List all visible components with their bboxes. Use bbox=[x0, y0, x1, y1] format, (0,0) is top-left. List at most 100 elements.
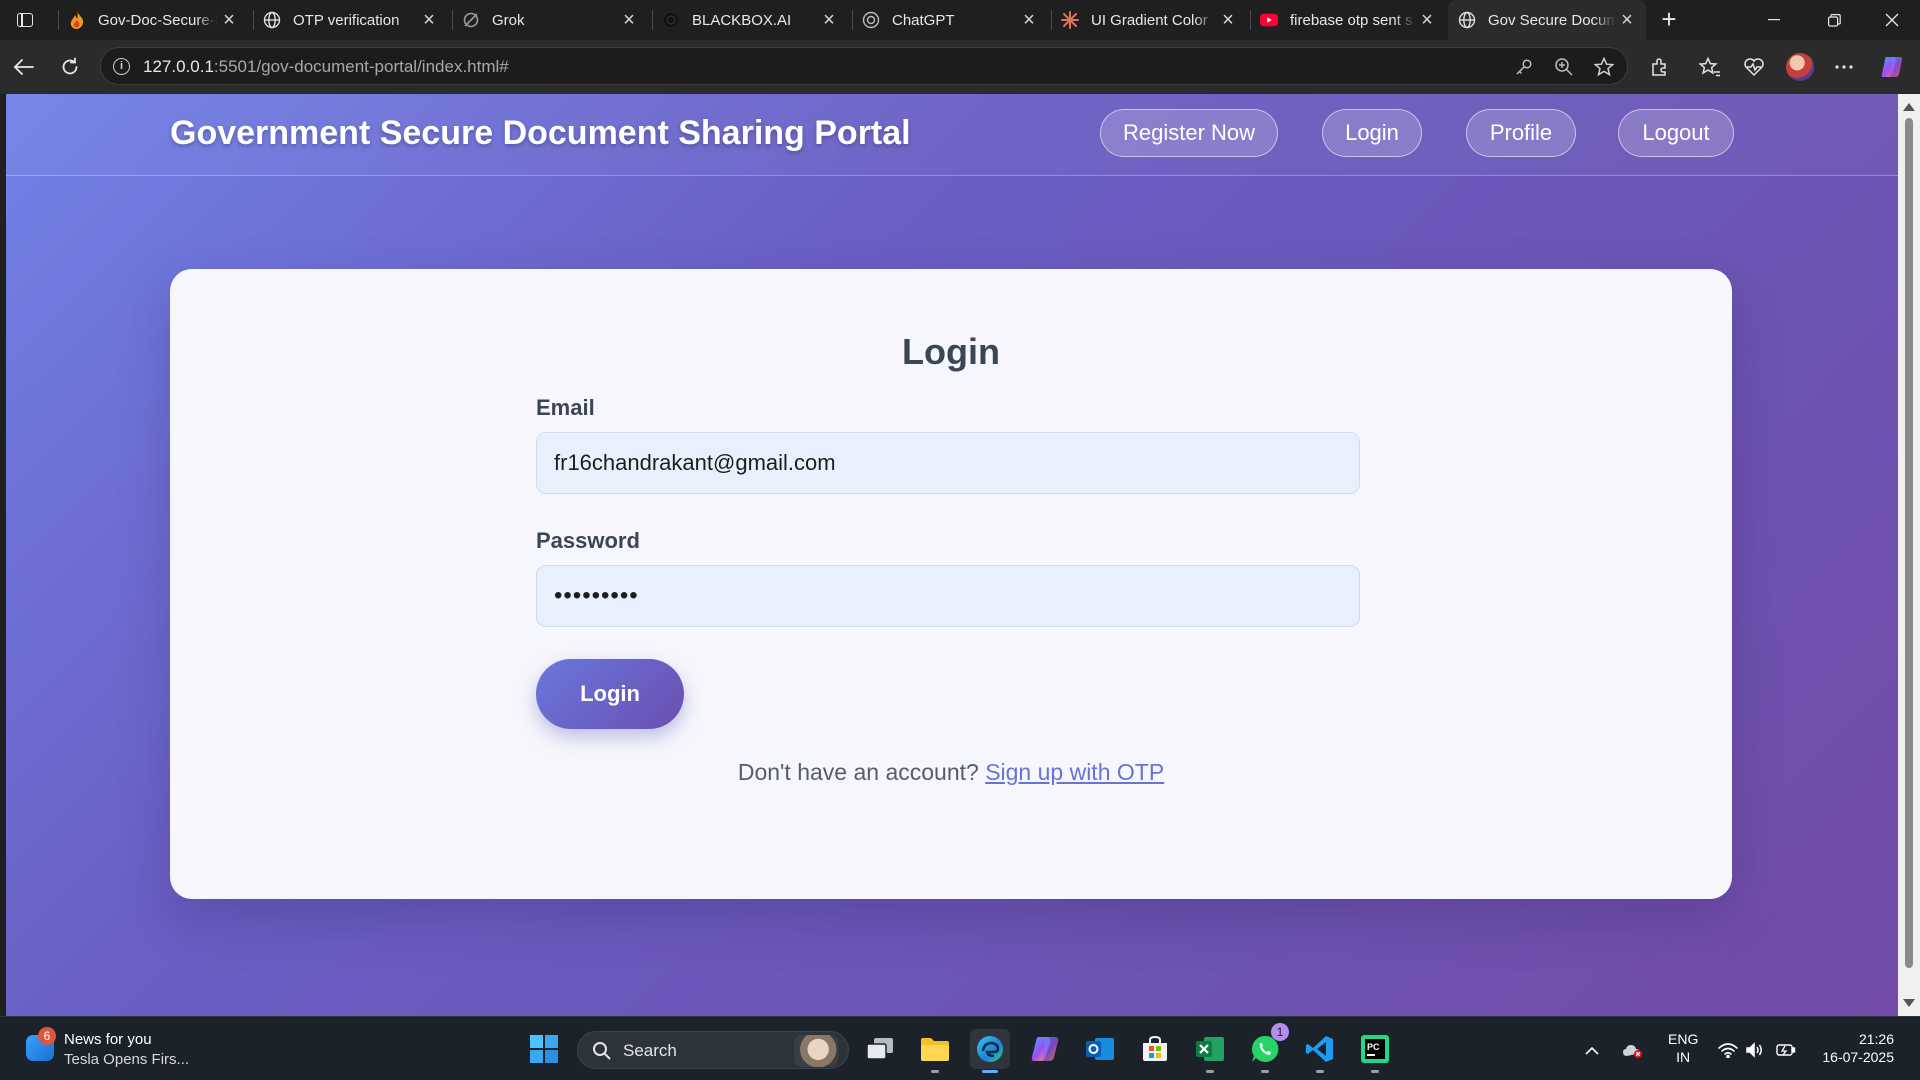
close-tab-icon[interactable]: × bbox=[1616, 10, 1638, 30]
restore-icon[interactable] bbox=[1806, 0, 1862, 40]
battery-charging-icon[interactable] bbox=[1776, 1041, 1796, 1059]
show-hidden-icons-chevron-icon[interactable] bbox=[1582, 1041, 1602, 1059]
close-window-icon[interactable] bbox=[1864, 0, 1920, 40]
taskbar-search[interactable]: Search bbox=[577, 1031, 849, 1069]
login-heading: Login bbox=[902, 331, 1000, 372]
copilot-icon[interactable] bbox=[1878, 53, 1906, 81]
password-field[interactable] bbox=[536, 565, 1360, 627]
scroll-down-arrow-icon[interactable] bbox=[1903, 999, 1915, 1007]
extensions-icon[interactable] bbox=[1646, 53, 1674, 81]
new-tab-icon[interactable]: + bbox=[1654, 4, 1684, 34]
login-card: Login Email Password Login Don't have an… bbox=[170, 269, 1732, 899]
page-scrollbar[interactable] bbox=[1898, 94, 1920, 1016]
tab-title: UI Gradient Color bbox=[1091, 11, 1208, 29]
search-highlight-image bbox=[794, 1035, 838, 1067]
grok-icon bbox=[462, 11, 480, 29]
email-field[interactable] bbox=[536, 432, 1360, 494]
profile-avatar[interactable] bbox=[1786, 53, 1814, 81]
blackbox-icon bbox=[662, 11, 680, 29]
clock-time: 21:26 bbox=[1858, 1031, 1894, 1047]
browser-essentials-icon[interactable] bbox=[1740, 53, 1768, 81]
onedrive-sync-error-icon[interactable] bbox=[1622, 1041, 1642, 1059]
excel-icon[interactable] bbox=[1190, 1029, 1230, 1073]
tab-title: BLACKBOX.AI bbox=[692, 11, 792, 29]
windows-taskbar: 6 News for you Tesla Opens Firs... Searc… bbox=[0, 1016, 1920, 1080]
profile-button[interactable]: Profile bbox=[1466, 109, 1576, 157]
close-tab-icon[interactable]: × bbox=[618, 10, 640, 30]
search-label: Search bbox=[623, 1041, 677, 1060]
browser-tab[interactable]: OTP verification × bbox=[253, 0, 448, 40]
globe-icon bbox=[263, 11, 281, 29]
browser-tab[interactable]: UI Gradient Color × bbox=[1051, 0, 1247, 40]
clock-date: 16-07-2025 bbox=[1822, 1049, 1894, 1065]
globe-icon bbox=[1458, 11, 1476, 29]
microsoft-store-icon[interactable] bbox=[1135, 1029, 1175, 1069]
browser-tab[interactable]: ChatGPT × bbox=[852, 0, 1048, 40]
tab-title: OTP verification bbox=[293, 11, 400, 29]
pycharm-icon[interactable]: PC bbox=[1355, 1029, 1395, 1073]
search-icon bbox=[592, 1041, 612, 1066]
wifi-icon[interactable] bbox=[1718, 1041, 1738, 1059]
nav-login-button[interactable]: Login bbox=[1322, 109, 1422, 157]
key-icon[interactable] bbox=[1513, 56, 1535, 78]
language-indicator[interactable]: ENG IN bbox=[1668, 1031, 1698, 1065]
logout-button[interactable]: Logout bbox=[1618, 109, 1734, 157]
close-tab-icon[interactable]: × bbox=[1217, 10, 1239, 30]
clock[interactable]: 21:26 16-07-2025 bbox=[1818, 1031, 1894, 1065]
outlook-icon[interactable] bbox=[1080, 1029, 1120, 1069]
register-now-button[interactable]: Register Now bbox=[1100, 109, 1278, 157]
signup-otp-link[interactable]: Sign up with OTP bbox=[985, 759, 1164, 785]
browser-tab-active[interactable]: Gov Secure Docum × bbox=[1448, 0, 1646, 40]
tab-title: Grok bbox=[492, 11, 525, 29]
browser-tab[interactable]: BLACKBOX.AI × bbox=[652, 0, 848, 40]
edge-browser-icon[interactable] bbox=[970, 1029, 1010, 1073]
back-arrow-icon[interactable] bbox=[8, 51, 40, 83]
site-title: Government Secure Document Sharing Porta… bbox=[170, 114, 911, 152]
scroll-up-arrow-icon[interactable] bbox=[1903, 103, 1915, 111]
page-viewport: Government Secure Document Sharing Porta… bbox=[6, 94, 1898, 1016]
scroll-thumb[interactable] bbox=[1905, 118, 1913, 968]
news-subtitle: Tesla Opens Firs... bbox=[64, 1051, 190, 1068]
windows-start-icon[interactable] bbox=[524, 1029, 564, 1069]
language-code: ENG bbox=[1668, 1031, 1699, 1047]
close-tab-icon[interactable]: × bbox=[218, 10, 240, 30]
signup-prompt: Don't have an account? Sign up with OTP bbox=[170, 759, 1732, 786]
tab-title: Gov-Doc-Secure-S bbox=[98, 11, 218, 29]
close-tab-icon[interactable]: × bbox=[418, 10, 440, 30]
address-bar[interactable]: i 127.0.0.1:5501/gov-document-portal/ind… bbox=[100, 47, 1628, 85]
email-label: Email bbox=[536, 395, 595, 420]
close-tab-icon[interactable]: × bbox=[1018, 10, 1040, 30]
favorites-icon[interactable] bbox=[1696, 53, 1724, 81]
task-view-icon[interactable] bbox=[860, 1029, 900, 1069]
site-header: Government Secure Document Sharing Porta… bbox=[6, 94, 1898, 176]
browser-tab[interactable]: Grok × bbox=[452, 0, 648, 40]
zoom-icon[interactable] bbox=[1553, 56, 1575, 78]
tab-title: Gov Secure Docum bbox=[1488, 11, 1616, 29]
copilot-app-icon[interactable] bbox=[1025, 1029, 1065, 1069]
sidebar-toggle-icon[interactable] bbox=[12, 8, 38, 32]
browser-tab[interactable]: Gov-Doc-Secure-S × bbox=[58, 0, 248, 40]
url-text[interactable]: 127.0.0.1:5501/gov-document-portal/index… bbox=[143, 57, 509, 77]
whatsapp-badge: 1 bbox=[1271, 1023, 1289, 1041]
fire-icon bbox=[68, 11, 86, 29]
login-submit-button[interactable]: Login bbox=[536, 659, 684, 729]
close-tab-icon[interactable]: × bbox=[818, 10, 840, 30]
browser-tab-strip: Gov-Doc-Secure-S × OTP verification × Gr… bbox=[0, 0, 1920, 40]
site-info-icon[interactable]: i bbox=[113, 58, 130, 75]
close-tab-icon[interactable]: × bbox=[1416, 10, 1438, 30]
more-options-icon[interactable] bbox=[1830, 53, 1858, 81]
region-code: IN bbox=[1676, 1049, 1691, 1065]
file-explorer-icon[interactable] bbox=[915, 1029, 955, 1073]
browser-toolbar: i 127.0.0.1:5501/gov-document-portal/ind… bbox=[0, 40, 1920, 94]
favorite-star-icon[interactable] bbox=[1593, 56, 1615, 78]
whatsapp-icon[interactable]: 1 bbox=[1245, 1023, 1289, 1073]
password-label: Password bbox=[536, 528, 640, 553]
reload-icon[interactable] bbox=[54, 51, 86, 83]
volume-icon[interactable] bbox=[1746, 1041, 1766, 1059]
minimize-icon[interactable] bbox=[1746, 0, 1802, 40]
news-widget[interactable]: 6 News for you Tesla Opens Firs... bbox=[24, 1027, 224, 1071]
vscode-icon[interactable] bbox=[1300, 1029, 1340, 1073]
svg-text:PC: PC bbox=[1367, 1042, 1380, 1052]
browser-tab[interactable]: firebase otp sent s × bbox=[1250, 0, 1446, 40]
chatgpt-icon bbox=[862, 11, 880, 29]
